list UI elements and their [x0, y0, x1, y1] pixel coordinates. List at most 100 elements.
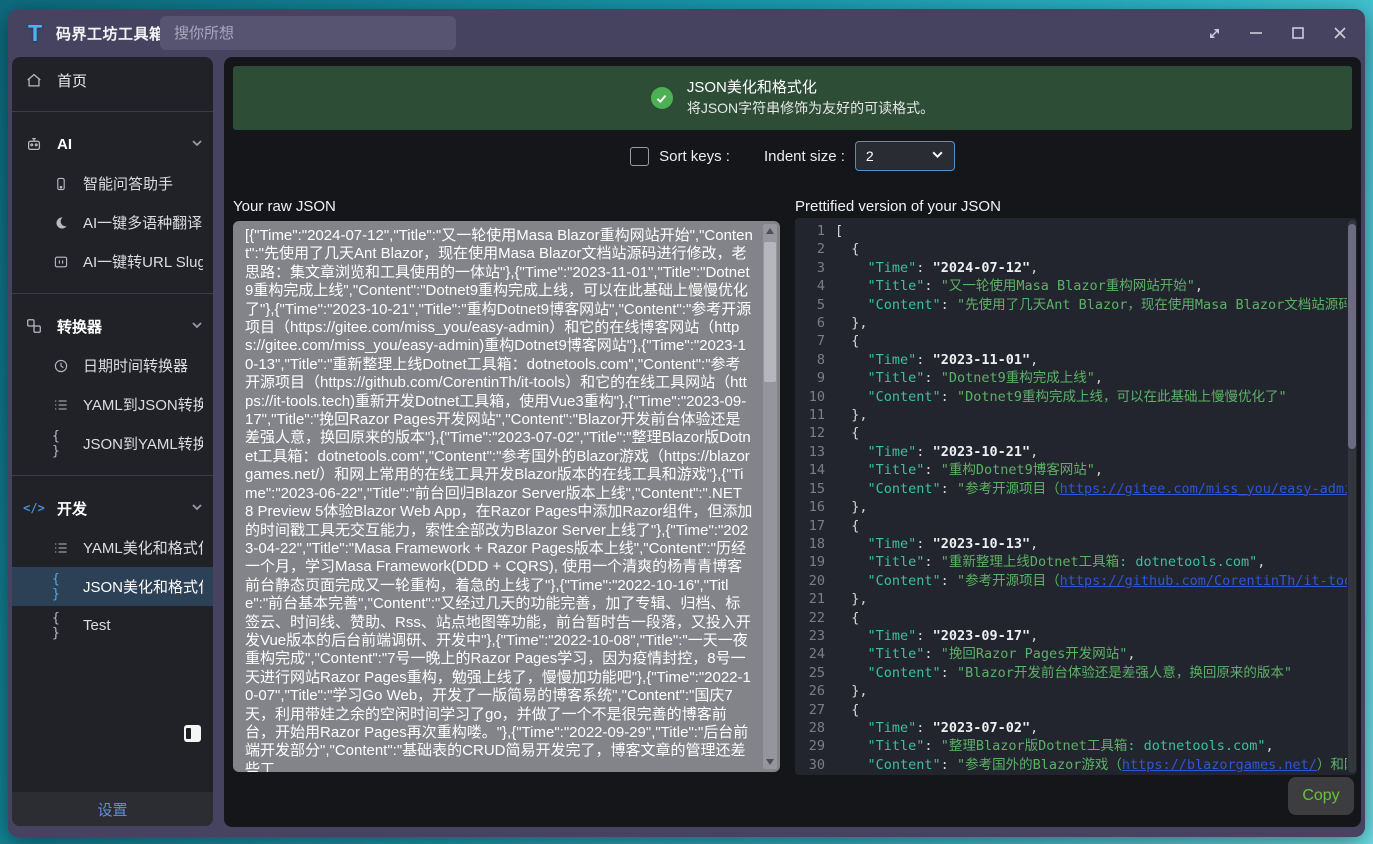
window-controls: [1201, 9, 1353, 57]
code-line: 4 "Title": "又一轮使用Masa Blazor重构网站开始",: [799, 277, 1347, 295]
code-line: 13 "Time": "2023-10-21",: [799, 443, 1347, 461]
code-icon: </>: [24, 498, 44, 518]
sidebar-nav: 首页 AI 智能问答助手: [12, 57, 213, 792]
code-line: 17 {: [799, 517, 1347, 535]
sidebar-divider: [12, 111, 213, 112]
sidebar-divider: [12, 293, 213, 294]
sort-keys-checkbox[interactable]: [630, 147, 649, 166]
indent-size-value: 2: [866, 148, 874, 164]
list-icon: [52, 538, 70, 558]
code-line: 14 "Title": "重构Dotnet9博客网站",: [799, 461, 1347, 479]
code-line: 9 "Title": "Dotnet9重构完成上线",: [799, 369, 1347, 387]
sidebar-item-ai-url-slug[interactable]: AI一键转URL Slug: [12, 242, 213, 281]
title-bar: T 码界工坊工具箱: [8, 9, 1365, 57]
banner-subtitle: 将JSON字符串修饰为友好的可读格式。: [687, 98, 934, 118]
code-line: 5 "Content": "先使用了几天Ant Blazor，现在使用Masa …: [799, 296, 1347, 314]
copy-button[interactable]: Copy: [1288, 777, 1354, 815]
sidebar-item-ai-qa[interactable]: 智能问答助手: [12, 164, 213, 203]
sidebar-section-ai[interactable]: AI: [12, 124, 213, 164]
collapse-sidebar-icon[interactable]: [184, 725, 201, 742]
raw-json-scrollbar[interactable]: [763, 224, 777, 769]
sidebar-item-yaml-prettify[interactable]: YAML美化和格式化: [12, 528, 213, 567]
scroll-up-icon[interactable]: [766, 228, 774, 234]
braces-icon: { }: [52, 616, 70, 636]
check-circle-icon: [651, 87, 673, 109]
settings-button[interactable]: 设置: [97, 799, 127, 820]
format-controls: Sort keys : Indent size : 2: [224, 139, 1361, 173]
code-line: 3 "Time": "2024-07-12",: [799, 259, 1347, 277]
code-line: 23 "Time": "2023-09-17",: [799, 627, 1347, 645]
app-window: T 码界工坊工具箱 首页: [8, 9, 1365, 837]
settings-bar: 设置: [12, 792, 213, 826]
code-line: 6 },: [799, 314, 1347, 332]
robot-icon: [24, 134, 44, 154]
sidebar-item-yaml-to-json[interactable]: YAML到JSON转换: [12, 385, 213, 424]
raw-json-panel: [{"Time":"2024-07-12","Title":"又一轮使用Masa…: [233, 221, 780, 772]
code-line: 19 "Title": "重新整理上线Dotnet工具箱: dotnetools…: [799, 553, 1347, 571]
list-icon: [52, 395, 70, 415]
code-line: 1[: [799, 222, 1347, 240]
indent-size-select[interactable]: 2: [855, 141, 955, 171]
code-line: 25 "Content": "Blazor开发前台体验还是差强人意，换回原来的版…: [799, 664, 1347, 682]
chevron-down-icon: [191, 318, 203, 335]
chevron-down-icon: [931, 148, 944, 164]
code-line: 26 },: [799, 682, 1347, 700]
sidebar-section-dev[interactable]: </> 开发: [12, 488, 213, 528]
raw-json-label: Your raw JSON: [233, 198, 336, 215]
prettified-json-panel: 1[2 {3 "Time": "2024-07-12",4 "Title": "…: [795, 218, 1357, 775]
chevron-down-icon: [191, 136, 203, 153]
sidebar-item-datetime-converter[interactable]: 日期时间转换器: [12, 346, 213, 385]
app-logo-icon: T: [22, 20, 48, 46]
clock-icon: [52, 356, 70, 376]
close-button[interactable]: [1327, 20, 1353, 46]
sidebar-section-converters[interactable]: 转换器: [12, 306, 213, 346]
search-input[interactable]: [160, 16, 456, 50]
code-lines: 1[2 {3 "Time": "2024-07-12",4 "Title": "…: [795, 218, 1347, 775]
main-panel: JSON美化和格式化 将JSON字符串修饰为友好的可读格式。 Sort keys…: [224, 57, 1361, 827]
code-line: 24 "Title": "挽回Razor Pages开发网站",: [799, 645, 1347, 663]
code-line: 10 "Content": "Dotnet9重构完成上线，可以在此基础上慢慢优化…: [799, 388, 1347, 406]
sidebar-item-json-to-yaml[interactable]: { } JSON到YAML转换: [12, 424, 213, 463]
code-line: 29 "Title": "整理Blazor版Dotnet工具箱: dotneto…: [799, 737, 1347, 755]
code-line: 18 "Time": "2023-10-13",: [799, 535, 1347, 553]
sidebar-item-test[interactable]: { } Test: [12, 606, 213, 645]
code-line: 27 {: [799, 701, 1347, 719]
scrollbar-thumb[interactable]: [764, 242, 776, 382]
sort-keys-label: Sort keys :: [659, 148, 730, 165]
raw-json-textarea[interactable]: [{"Time":"2024-07-12","Title":"又一轮使用Masa…: [233, 221, 780, 772]
code-line: 28 "Time": "2023-07-02",: [799, 719, 1347, 737]
sidebar-item-json-prettify[interactable]: { } JSON美化和格式化: [12, 567, 213, 606]
indent-size-label: Indent size :: [764, 148, 845, 165]
code-line: 21 },: [799, 590, 1347, 608]
tool-banner: JSON美化和格式化 将JSON字符串修饰为友好的可读格式。: [233, 66, 1352, 130]
scroll-down-icon[interactable]: [766, 759, 774, 765]
braces-icon: { }: [52, 577, 70, 597]
code-line: 15 "Content": "参考开源项目（https://gitee.com/…: [799, 480, 1347, 498]
home-icon: [24, 70, 44, 90]
code-line: 22 {: [799, 609, 1347, 627]
swap-icon: [24, 316, 44, 336]
sidebar-item-ai-translate[interactable]: AI一键多语种翻译: [12, 203, 213, 242]
sidebar-item-home[interactable]: 首页: [12, 61, 213, 99]
code-line: 2 {: [799, 240, 1347, 258]
braces-icon: { }: [52, 434, 70, 454]
minimize-button[interactable]: [1243, 20, 1269, 46]
app-title: 码界工坊工具箱: [56, 23, 165, 44]
expand-icon[interactable]: [1201, 20, 1227, 46]
chevron-down-icon: [191, 500, 203, 517]
code-line: 16 },: [799, 498, 1347, 516]
maximize-button[interactable]: [1285, 20, 1311, 46]
slug-icon: [52, 252, 70, 272]
prettified-scrollbar[interactable]: [1348, 220, 1356, 773]
code-line: 7 {: [799, 332, 1347, 350]
code-line: 11 },: [799, 406, 1347, 424]
code-line: 12 {: [799, 424, 1347, 442]
code-line: 20 "Content": "参考开源项目（https://github.com…: [799, 572, 1347, 590]
code-line: 8 "Time": "2023-11-01",: [799, 351, 1347, 369]
prettified-json-label: Prettified version of your JSON: [795, 198, 1001, 215]
scrollbar-thumb[interactable]: [1348, 224, 1356, 449]
sidebar-divider: [12, 475, 213, 476]
code-line: 30 "Content": "参考国外的Blazor游戏（https://bla…: [799, 756, 1347, 774]
banner-title: JSON美化和格式化: [687, 78, 934, 98]
moon-icon: [52, 213, 70, 233]
